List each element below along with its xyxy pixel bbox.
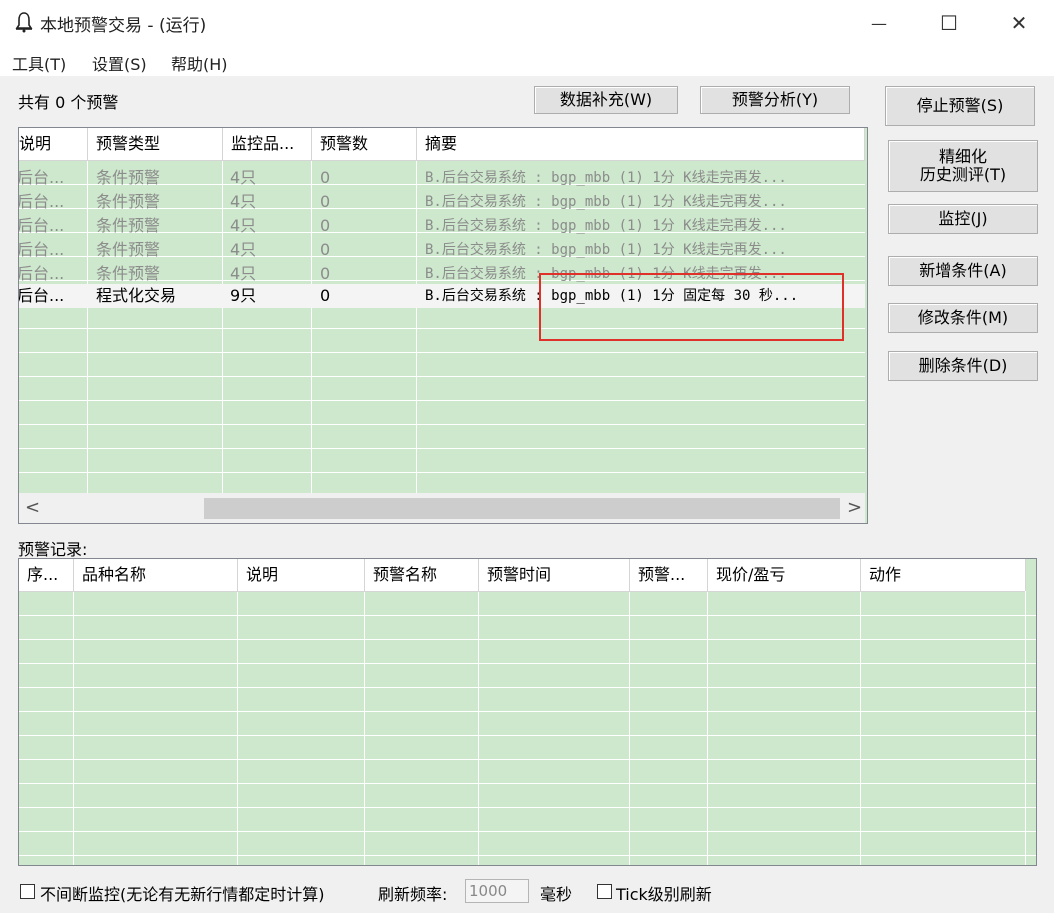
alert-cell-type: 条件预警 [96,264,161,283]
alert-cell-count: 0 [320,192,331,211]
alert-cell-summary: B.后台交易系统 : bgp_mbb (1) 1分 K线走完再发... [425,242,787,258]
refresh-rate-input[interactable]: 1000 [465,879,529,903]
alert-cell-summary: B.后台交易系统 : bgp_mbb (1) 1分 K线走完再发... [425,170,787,186]
menu-tools[interactable]: 工具(T) [12,51,66,75]
alert-cell-summary: B.后台交易系统 : bgp_mbb (1) 1分 K线走完再发... [425,194,787,210]
alert-row[interactable]: 后台... 条件预警 4只 0 B.后台交易系统 : bgp_mbb (1) 1分 K线… [19,190,865,214]
maximize-button[interactable]: ☐ [914,0,984,46]
alert-cell-desc: 后台... [18,168,65,187]
alert-cell-monitor: 4只 [230,168,257,187]
alert-table-header: 说明 预警类型 监控品... 预警数 摘要 [19,128,865,161]
alert-cell-monitor: 4只 [230,216,257,235]
alert-cell-desc: 后台... [18,286,65,305]
alert-cell-desc: 后台... [18,192,65,211]
alert-cell-desc: 后台... [18,240,65,259]
window-title: 本地预警交易 - (运行) [40,16,207,36]
minimize-icon: — [871,13,887,33]
col-alert-time[interactable]: 预警时间 [479,559,630,591]
bell-icon [15,12,33,33]
stop-alert-button[interactable]: 停止预警(S) [885,86,1035,126]
tick-refresh-checkbox[interactable] [597,884,612,899]
scroll-right-icon[interactable]: > [847,497,862,518]
col-monitor-items[interactable]: 监控品... [223,128,312,160]
alert-cell-count: 0 [320,216,331,235]
tick-refresh-label: Tick级别刷新 [616,885,712,904]
menu-help[interactable]: 帮助(H) [171,51,228,75]
alert-cell-desc: 后台... [18,264,65,283]
records-label: 预警记录: [18,540,88,559]
menu-settings[interactable]: 设置(S) [92,51,147,75]
alert-cell-count: 0 [320,264,331,283]
close-icon: ✕ [1010,11,1028,35]
alert-cell-type: 程式化交易 [96,286,177,305]
col-seq[interactable]: 序... [19,559,74,591]
col-summary[interactable]: 摘要 [417,128,865,160]
horizontal-scrollbar[interactable]: < > [19,493,865,523]
col-action[interactable]: 动作 [861,559,1026,591]
col-alert-type[interactable]: 预警类型 [88,128,223,160]
alert-cell-desc: 后台... [18,216,65,235]
scroll-left-icon[interactable]: < [25,497,40,518]
alert-cell-count: 0 [320,168,331,187]
minimize-button[interactable]: — [844,0,914,46]
alert-cell-count: 0 [320,240,331,259]
scrollbar-thumb[interactable] [204,498,840,519]
delete-condition-button[interactable]: 删除条件(D) [888,351,1038,381]
alert-cell-count: 0 [320,286,331,305]
title-bar: 本地预警交易 - (运行) — ☐ ✕ [0,0,1054,46]
alert-cell-type: 条件预警 [96,192,161,211]
col-price-pnl[interactable]: 现价/盈亏 [708,559,861,591]
add-condition-button[interactable]: 新增条件(A) [888,256,1038,286]
modify-condition-button[interactable]: 修改条件(M) [888,303,1038,333]
alert-row[interactable]: 后台... 条件预警 4只 0 B.后台交易系统 : bgp_mbb (1) 1分 K线… [19,238,865,262]
alert-cell-monitor: 4只 [230,264,257,283]
refresh-rate-label: 刷新频率: [378,885,448,904]
alert-analysis-button[interactable]: 预警分析(Y) [700,86,850,114]
col-product-name[interactable]: 品种名称 [74,559,238,591]
highlight-box [539,273,844,341]
col-desc[interactable]: 说明 [19,128,88,160]
alert-cell-type: 条件预警 [96,240,161,259]
col-record-desc[interactable]: 说明 [238,559,365,591]
alert-cell-type: 条件预警 [96,168,161,187]
alert-cell-monitor: 4只 [230,192,257,211]
alert-cell-monitor: 4只 [230,240,257,259]
alert-row[interactable]: 后台... 条件预警 4只 0 B.后台交易系统 : bgp_mbb (1) 1分 K线… [19,166,865,190]
alert-cell-monitor: 9只 [230,286,257,305]
monitor-button[interactable]: 监控(J) [888,204,1038,234]
continuous-monitor-label: 不间断监控(无论有无新行情都定时计算) [40,885,325,904]
col-alert-name[interactable]: 预警名称 [365,559,479,591]
menu-bar: 工具(T) 设置(S) 帮助(H) [0,46,1054,76]
close-button[interactable]: ✕ [984,0,1054,46]
refine-evaluation-button[interactable]: 精细化 历史测评(T) [888,140,1038,192]
data-fill-button[interactable]: 数据补充(W) [534,86,678,114]
col-alert-more[interactable]: 预警... [630,559,708,591]
maximize-icon: ☐ [940,11,958,35]
refine-label-line1: 精细化 [938,147,987,166]
alert-count-text: 共有 0 个预警 [18,93,119,112]
continuous-monitor-checkbox[interactable] [20,884,35,899]
refine-label-line2: 历史测评(T) [919,165,1007,184]
alert-row[interactable]: 后台... 条件预警 4只 0 B.后台交易系统 : bgp_mbb (1) 1分 K线… [19,214,865,238]
col-alert-count[interactable]: 预警数 [312,128,417,160]
alert-cell-type: 条件预警 [96,216,161,235]
records-table: 序... 品种名称 说明 预警名称 预警时间 预警... 现价/盈亏 动作 [18,558,1037,866]
records-table-header: 序... 品种名称 说明 预警名称 预警时间 预警... 现价/盈亏 动作 [19,559,1026,592]
refresh-unit-label: 毫秒 [540,885,573,904]
alert-cell-summary: B.后台交易系统 : bgp_mbb (1) 1分 K线走完再发... [425,218,787,234]
